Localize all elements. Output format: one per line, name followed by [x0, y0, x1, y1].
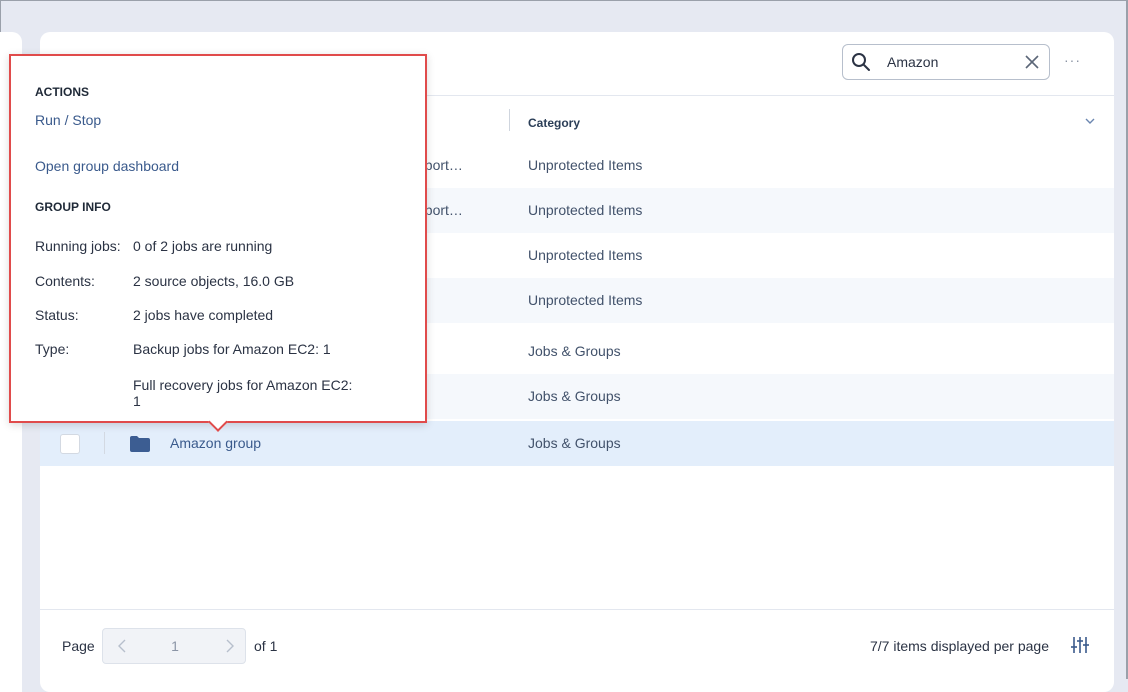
row-category: Unprotected Items: [528, 292, 643, 308]
row-category: Jobs & Groups: [528, 435, 621, 451]
folder-icon: [130, 436, 150, 452]
running-jobs-value: 0 of 2 jobs are running: [133, 238, 273, 254]
page-number[interactable]: 1: [163, 638, 187, 654]
row-category: Jobs & Groups: [528, 388, 621, 404]
pagination-footer: Page 1 of 1 7/7 items displayed per page: [40, 609, 1114, 692]
row-category: Unprotected Items: [528, 157, 643, 173]
type-value-backup: Backup jobs for Amazon EC2: 1: [133, 341, 331, 357]
group-info-popup: ACTIONS Run / Stop Open group dashboard …: [9, 54, 427, 432]
type-value-recovery-count: 1: [133, 393, 141, 409]
page-total: of 1: [254, 638, 278, 654]
running-jobs-label: Running jobs:: [35, 238, 121, 254]
column-settings-icon[interactable]: [1070, 635, 1090, 655]
items-per-page-label: 7/7 items displayed per page: [870, 638, 1049, 654]
search-icon: [852, 53, 870, 71]
clear-search-icon[interactable]: [1023, 53, 1041, 71]
type-value-recovery: Full recovery jobs for Amazon EC2:: [133, 377, 353, 393]
contents-value: 2 source objects, 16.0 GB: [133, 273, 295, 289]
chevron-down-icon[interactable]: [1084, 116, 1096, 126]
window-top-border: [0, 0, 1128, 1]
group-info-heading: GROUP INFO: [35, 200, 111, 214]
page-label: Page: [62, 638, 95, 654]
status-value: 2 jobs have completed: [133, 307, 274, 323]
more-options-icon[interactable]: ···: [1064, 52, 1086, 72]
row-divider: [104, 432, 105, 454]
chevron-left-icon[interactable]: [115, 638, 129, 654]
actions-heading: ACTIONS: [35, 85, 89, 99]
chevron-right-icon[interactable]: [223, 638, 237, 654]
run-stop-link[interactable]: Run / Stop: [35, 112, 101, 128]
open-group-dashboard-link[interactable]: Open group dashboard: [35, 158, 179, 174]
row-category: Unprotected Items: [528, 247, 643, 263]
search-input[interactable]: [885, 51, 1005, 73]
status-label: Status:: [35, 307, 79, 323]
table-row-selected[interactable]: Amazon group Jobs & Groups: [40, 421, 1114, 466]
row-category: Jobs & Groups: [528, 343, 621, 359]
row-checkbox[interactable]: [60, 434, 80, 454]
column-header-category[interactable]: Category: [528, 116, 580, 130]
type-label: Type:: [35, 341, 70, 357]
column-separator: [509, 109, 510, 131]
row-category: Unprotected Items: [528, 202, 643, 218]
contents-label: Contents:: [35, 273, 95, 289]
page-selector[interactable]: 1: [102, 628, 246, 664]
group-name-link[interactable]: Amazon group: [170, 435, 261, 451]
search-box[interactable]: [842, 44, 1050, 80]
